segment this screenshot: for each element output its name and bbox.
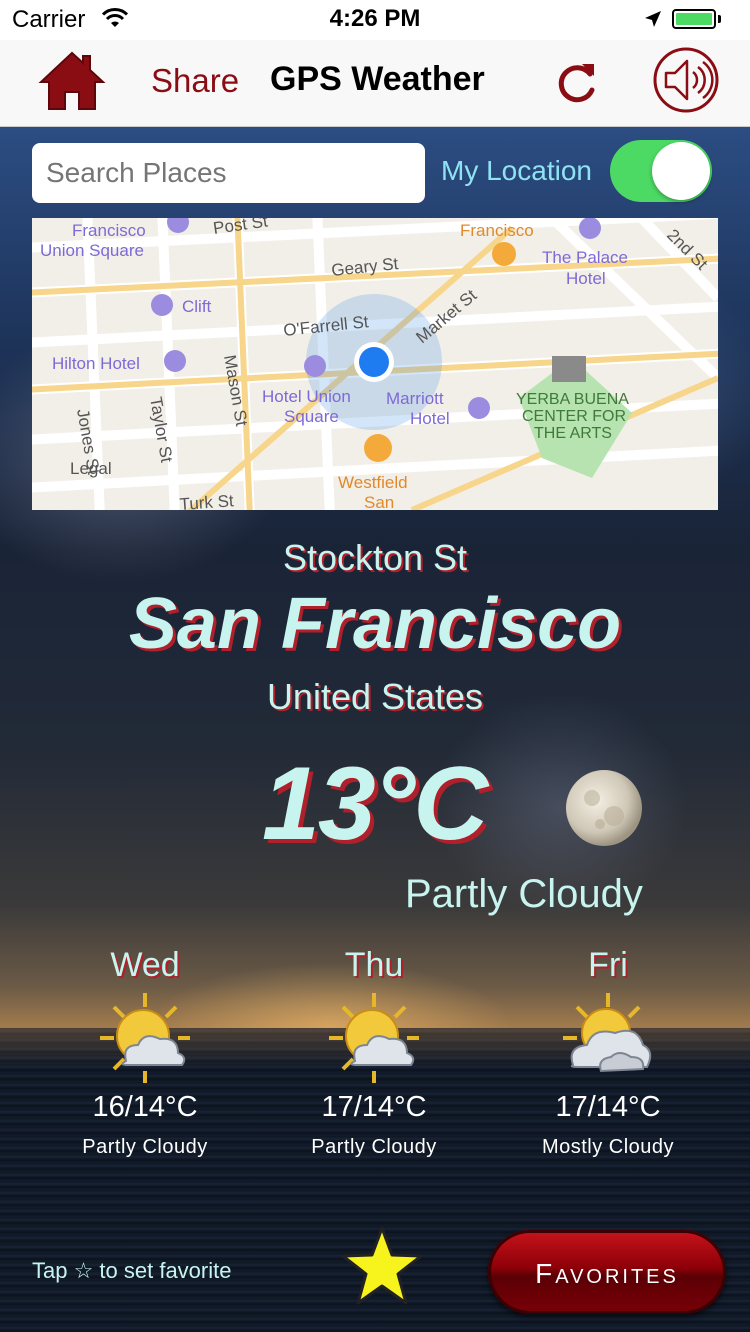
partly-cloudy-icon — [100, 993, 190, 1083]
forecast-day-label: Fri — [588, 946, 628, 984]
street-name: Stockton St — [282, 537, 468, 578]
favorites-label: Favorites — [535, 1258, 679, 1289]
battery-tip — [718, 15, 721, 23]
forecast-temp: 16/14°C — [92, 1091, 198, 1123]
forecast-day-label: Wed — [110, 946, 180, 984]
partly-cloudy-icon — [329, 993, 419, 1083]
map-label: Union Square — [40, 241, 144, 260]
status-bar: Carrier 4:26 PM — [0, 0, 750, 40]
forecast-day: Fri 17/14°C Mostly Cloudy — [508, 945, 708, 1159]
country-name: United States — [266, 676, 484, 717]
current-temperature: 13°C — [262, 746, 488, 862]
map-label: YERBA BUENA — [516, 391, 629, 408]
map-label: Turk St — [179, 491, 235, 510]
clock: 4:26 PM — [329, 5, 421, 32]
map-label: THE ARTS — [534, 425, 612, 442]
forecast-condition: Partly Cloudy — [82, 1136, 208, 1158]
current-condition: Partly Cloudy — [405, 872, 643, 916]
map-view[interactable]: Francisco Union Square The Palace Hotel … — [32, 218, 718, 510]
favorite-hint: Tap ☆ to set favorite — [32, 1258, 232, 1283]
favorites-button[interactable]: Favorites — [488, 1230, 726, 1314]
map-label: The Palace — [542, 248, 628, 267]
my-location-label: My Location — [441, 155, 592, 186]
map-label: Francisco — [72, 221, 146, 240]
forecast-day: Wed 16/14°C Partly Cloudy — [45, 945, 245, 1159]
map-label: Francisco — [460, 221, 534, 240]
map-label: Clift — [182, 297, 212, 316]
location-arrow-icon — [645, 11, 661, 27]
map-label: Square — [284, 407, 339, 426]
map-label: Marriott — [386, 389, 444, 408]
my-location-toggle[interactable] — [610, 140, 712, 202]
battery-icon — [672, 9, 716, 29]
mostly-cloudy-icon — [563, 993, 652, 1073]
star-icon[interactable] — [340, 1225, 424, 1309]
map-legal-link[interactable]: Legal — [70, 459, 112, 478]
speaker-icon[interactable] — [652, 46, 720, 114]
home-icon[interactable] — [38, 50, 106, 112]
map-label: Hotel — [410, 409, 450, 428]
city-name: San Francisco — [128, 584, 622, 664]
map-label: Hilton Hotel — [52, 354, 140, 373]
moon-icon — [566, 770, 642, 846]
forecast-temp: 17/14°C — [321, 1091, 427, 1123]
map-label: Hotel — [566, 269, 606, 288]
search-input[interactable] — [32, 143, 425, 203]
navigation-bar: Share GPS Weather — [0, 40, 750, 127]
map-label: CENTER FOR — [522, 408, 626, 425]
map-label: Westfield — [338, 473, 408, 492]
share-button[interactable]: Share — [151, 62, 239, 100]
forecast-condition: Partly Cloudy — [311, 1136, 437, 1158]
page-title: GPS Weather — [270, 60, 485, 98]
forecast-day: Thu 17/14°C Partly Cloudy — [274, 945, 474, 1159]
map-label: Hotel Union — [262, 387, 351, 406]
forecast-day-label: Thu — [344, 946, 404, 984]
forecast-condition: Mostly Cloudy — [541, 1136, 675, 1158]
toggle-knob — [652, 142, 710, 200]
refresh-icon[interactable] — [552, 56, 602, 108]
map-label: San — [364, 493, 394, 510]
forecast-temp: 17/14°C — [555, 1091, 661, 1123]
